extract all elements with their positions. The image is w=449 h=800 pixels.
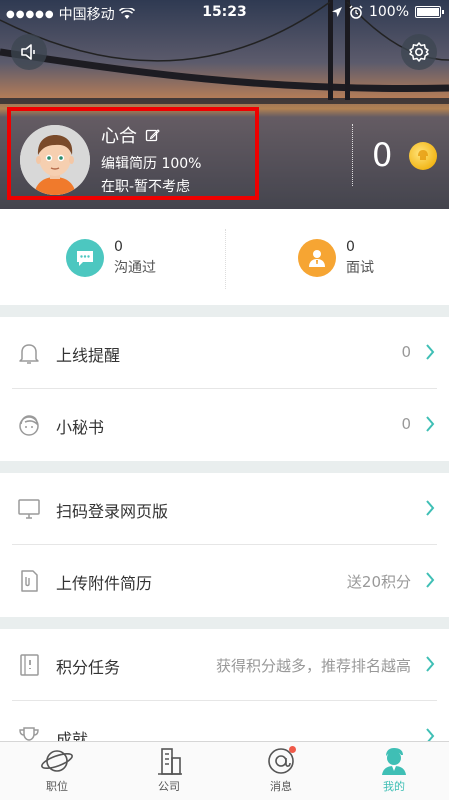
- resume-completion: 编辑简历 100%: [101, 156, 202, 172]
- section-gap: [0, 617, 449, 629]
- coin-face-icon: [418, 150, 428, 160]
- online-reminder-value: 0: [401, 343, 411, 361]
- section-gap: [0, 305, 449, 317]
- communicated-stat[interactable]: 0 沟通过: [66, 239, 156, 277]
- monitor-icon: [15, 495, 43, 523]
- interview-stat[interactable]: 0 面试: [298, 239, 374, 277]
- upload-resume-row[interactable]: 上传附件简历 送20积分: [0, 545, 449, 617]
- points-task-title: 积分任务: [56, 658, 121, 677]
- chevron-right-icon: [426, 572, 435, 588]
- profile-name: 心合: [101, 126, 137, 147]
- points-task-value: 获得积分越多，推荐排名越高: [215, 657, 411, 675]
- tab-company-label: 公司: [158, 780, 180, 793]
- interviewer-icon: [298, 239, 336, 277]
- header-divider: [352, 124, 353, 186]
- profile-header: ●●●●● 中国移动 15:23 100% 心合 编辑简历 100% 在职-暂不…: [0, 0, 449, 209]
- bell-icon: [15, 339, 43, 367]
- tab-mine-label: 我的: [383, 780, 405, 793]
- stats-divider: [225, 229, 226, 289]
- secretary-title: 小秘书: [56, 418, 105, 437]
- tab-bar: 职位 公司 消息 我的: [0, 741, 449, 800]
- app-root: ●●●●● 中国移动 15:23 100% 心合 编辑简历 100% 在职-暂不…: [0, 0, 449, 800]
- scan-login-row[interactable]: 扫码登录网页版: [0, 473, 449, 545]
- alarm-icon: [349, 5, 363, 19]
- user-profile-icon: [382, 748, 406, 775]
- settings-button[interactable]: [401, 34, 437, 70]
- chevron-right-icon: [426, 656, 435, 672]
- chevron-right-icon: [426, 500, 435, 516]
- tab-jobs-label: 职位: [46, 780, 68, 793]
- online-reminder-row[interactable]: 上线提醒 0: [0, 317, 449, 389]
- points-task-row[interactable]: 积分任务 获得积分越多，推荐排名越高: [0, 629, 449, 701]
- interview-label: 面试: [346, 260, 374, 276]
- task-book-icon: [15, 651, 43, 679]
- online-reminder-title: 上线提醒: [56, 346, 121, 365]
- building-icon: [158, 748, 182, 775]
- tab-mine[interactable]: 我的: [354, 746, 434, 794]
- secretary-face-icon: [15, 411, 43, 439]
- job-status: 在职-暂不考虑: [101, 179, 191, 195]
- interview-count: 0: [346, 239, 355, 255]
- battery-icon: [415, 6, 444, 18]
- chevron-right-icon: [426, 344, 435, 360]
- speaker-icon: [21, 44, 35, 60]
- chevron-right-icon: [426, 416, 435, 432]
- chat-bubble-icon: [66, 239, 104, 277]
- avatar[interactable]: [20, 125, 90, 195]
- attachment-icon: [15, 567, 43, 595]
- planet-icon: [41, 750, 73, 772]
- edit-icon[interactable]: [145, 128, 160, 143]
- upload-resume-value: 送20积分: [346, 573, 411, 591]
- avatar-illustration: [20, 125, 90, 195]
- gear-icon: [409, 42, 429, 62]
- tab-messages[interactable]: 消息: [241, 746, 321, 794]
- secretary-row[interactable]: 小秘书 0: [0, 389, 449, 461]
- tab-messages-label: 消息: [270, 780, 292, 793]
- profile-card[interactable]: 心合 编辑简历 100% 在职-暂不考虑: [7, 107, 259, 200]
- stats-panel: 0 沟通过 0 面试: [0, 209, 449, 305]
- upload-resume-title: 上传附件简历: [56, 574, 153, 593]
- status-bar: ●●●●● 中国移动 15:23 100%: [0, 0, 449, 26]
- section-gap: [0, 461, 449, 473]
- location-arrow-icon: [331, 7, 342, 17]
- speaker-button[interactable]: [11, 34, 47, 70]
- scan-login-title: 扫码登录网页版: [56, 502, 169, 521]
- tab-jobs[interactable]: 职位: [17, 746, 97, 794]
- points-value[interactable]: 0: [372, 136, 392, 174]
- battery-percent: 100%: [368, 4, 409, 20]
- messages-badge-dot: [289, 746, 296, 753]
- communicated-label: 沟通过: [114, 260, 156, 276]
- secretary-value: 0: [401, 415, 411, 433]
- tab-company[interactable]: 公司: [129, 746, 209, 794]
- communicated-count: 0: [114, 239, 123, 255]
- coin-icon[interactable]: [409, 142, 437, 170]
